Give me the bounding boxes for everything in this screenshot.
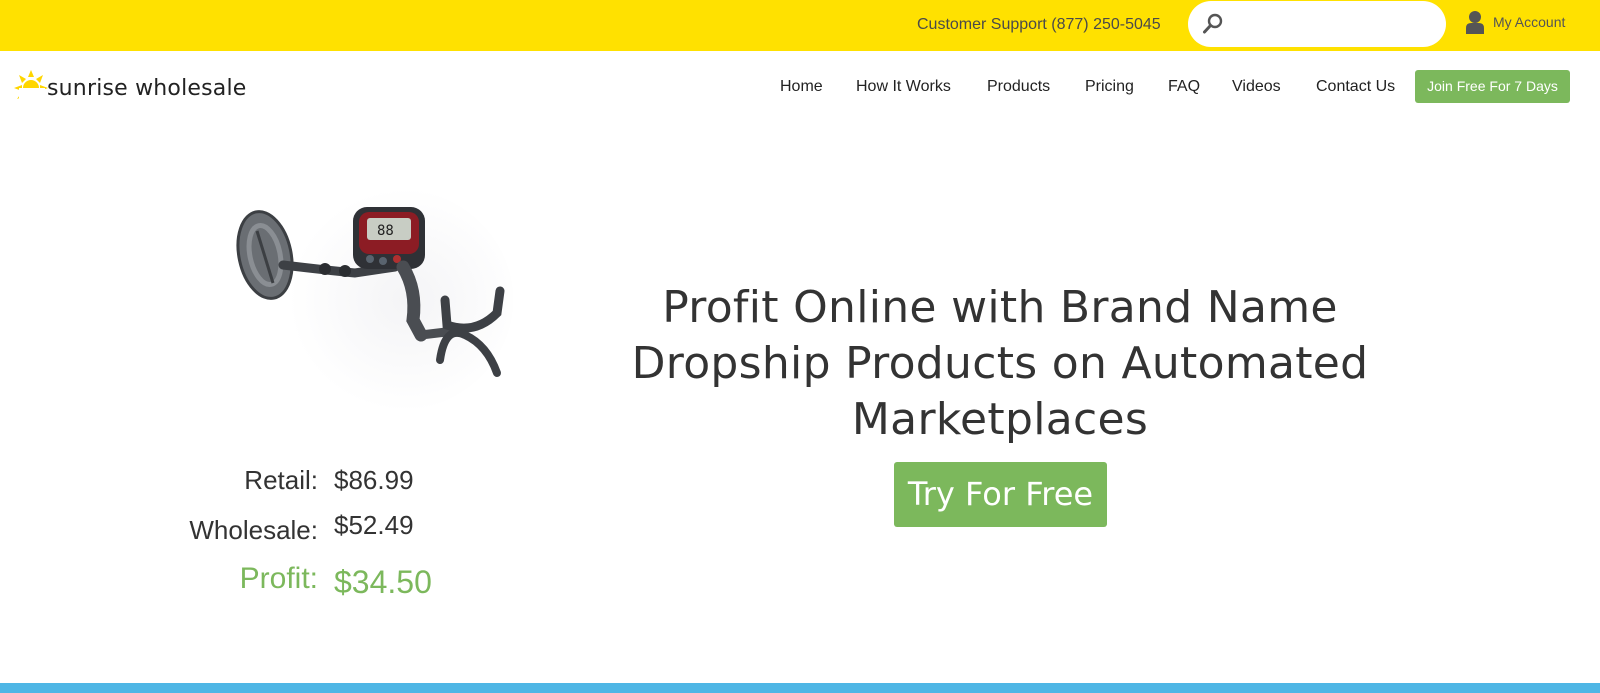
- retail-value: $86.99: [334, 465, 414, 495]
- join-free-button[interactable]: Join Free For 7 Days: [1415, 70, 1570, 103]
- nav-how-it-works[interactable]: How It Works: [856, 78, 951, 96]
- bottom-accent-bar: [0, 683, 1600, 693]
- try-for-free-button[interactable]: Try For Free: [894, 462, 1107, 527]
- nav-products[interactable]: Products: [987, 78, 1050, 96]
- nav-pricing[interactable]: Pricing: [1085, 78, 1134, 96]
- search-box[interactable]: [1188, 1, 1446, 47]
- nav-home[interactable]: Home: [780, 78, 823, 96]
- main-nav: Home How It Works Products Pricing FAQ V…: [0, 78, 1600, 98]
- retail-label: Retail:: [244, 465, 318, 495]
- metal-detector-image: 88: [236, 188, 513, 412]
- nav-videos[interactable]: Videos: [1232, 78, 1281, 96]
- top-bar: Customer Support (877) 250-5045 My Accou…: [0, 0, 1600, 51]
- nav-contact-us[interactable]: Contact Us: [1316, 78, 1395, 96]
- customer-support-text: Customer Support (877) 250-5045: [917, 16, 1161, 33]
- nav-faq[interactable]: FAQ: [1168, 78, 1200, 96]
- search-input[interactable]: [1232, 9, 1432, 39]
- profit-value: $34.50: [334, 564, 432, 600]
- svg-text:88: 88: [377, 223, 394, 239]
- my-account-label: My Account: [1493, 14, 1566, 30]
- wholesale-label: Wholesale:: [189, 515, 318, 545]
- profit-label: Profit:: [239, 562, 318, 595]
- user-icon: [1466, 11, 1484, 34]
- hero-headline: Profit Online with Brand Name Dropship P…: [631, 282, 1369, 445]
- my-account-link[interactable]: My Account: [1465, 10, 1565, 34]
- search-icon[interactable]: [1202, 13, 1224, 35]
- wholesale-value: $52.49: [334, 510, 414, 540]
